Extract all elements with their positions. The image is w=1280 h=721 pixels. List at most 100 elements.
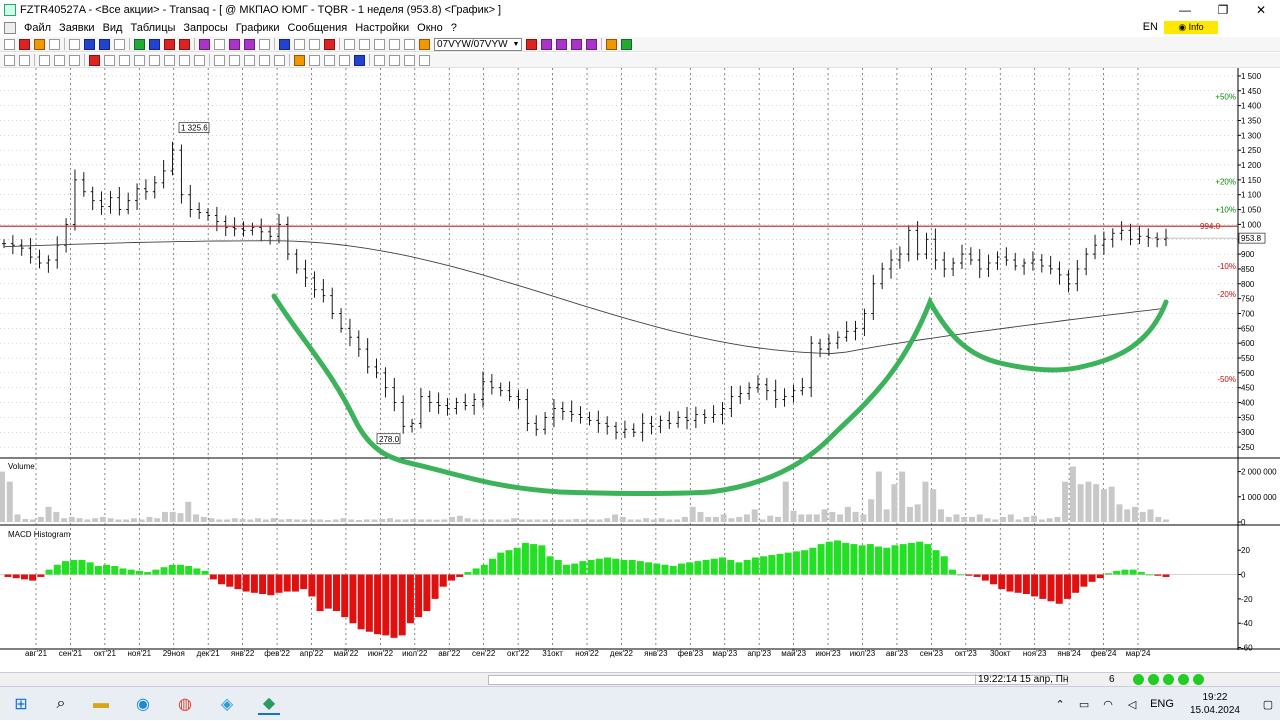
maximize-button[interactable]: ❐ bbox=[1204, 0, 1242, 20]
sigma-alt-icon[interactable] bbox=[244, 38, 255, 50]
macd-bar bbox=[242, 574, 250, 592]
save-icon[interactable] bbox=[49, 38, 60, 50]
rectangle-icon[interactable] bbox=[194, 54, 205, 66]
arrow-right-icon[interactable] bbox=[99, 38, 110, 50]
period-select[interactable]: 07VYW/07VYW ▼ bbox=[434, 37, 522, 51]
magnet-icon[interactable] bbox=[526, 38, 537, 50]
menu-orders[interactable]: Заявки bbox=[55, 22, 99, 34]
eraser-icon[interactable] bbox=[54, 54, 65, 66]
calendar-icon[interactable] bbox=[279, 38, 290, 50]
macd-bar bbox=[37, 574, 45, 577]
grid-icon[interactable] bbox=[69, 38, 80, 50]
binoculars-icon[interactable] bbox=[344, 38, 355, 50]
delete-drawing-icon[interactable] bbox=[89, 54, 100, 66]
language-indicator[interactable]: EN bbox=[1143, 21, 1158, 33]
fan-icon[interactable] bbox=[164, 54, 175, 66]
alert-icon[interactable] bbox=[324, 38, 335, 50]
menu-view[interactable]: Вид bbox=[99, 22, 127, 34]
menu-window[interactable]: Окно bbox=[413, 22, 447, 34]
telegram-icon[interactable]: ◈ bbox=[216, 693, 238, 715]
document-icon[interactable] bbox=[4, 22, 16, 34]
line-chart-icon[interactable] bbox=[404, 38, 415, 50]
open-icon[interactable] bbox=[34, 38, 45, 50]
chart-type-icon[interactable] bbox=[359, 38, 370, 50]
cursor-arrow-icon[interactable] bbox=[4, 54, 15, 66]
link-icon[interactable] bbox=[69, 54, 80, 66]
export-icon[interactable] bbox=[621, 38, 632, 50]
indicator-icon[interactable] bbox=[606, 38, 617, 50]
bars-icon[interactable] bbox=[374, 38, 385, 50]
sum-icon[interactable] bbox=[199, 38, 210, 50]
fib-time-icon[interactable] bbox=[259, 54, 270, 66]
stop-icon[interactable] bbox=[164, 38, 175, 50]
grid-toggle-icon[interactable] bbox=[404, 54, 415, 66]
menu-requests[interactable]: Запросы bbox=[179, 22, 231, 34]
print-icon[interactable] bbox=[4, 38, 15, 50]
transaq-taskbar-icon[interactable]: ◆ bbox=[258, 693, 280, 715]
menu-settings[interactable]: Настройки bbox=[351, 22, 413, 34]
function-icon[interactable] bbox=[214, 38, 225, 50]
edge-browser-icon[interactable]: ◉ bbox=[132, 693, 154, 715]
channel-icon[interactable] bbox=[149, 54, 160, 66]
levels-icon[interactable] bbox=[274, 54, 285, 66]
trend-line-icon[interactable] bbox=[119, 54, 130, 66]
ruler-icon[interactable] bbox=[389, 54, 400, 66]
close-button[interactable]: ✕ bbox=[1242, 0, 1280, 20]
menu-bar: Файл Заявки Вид Таблицы Запросы Графики … bbox=[0, 20, 1280, 36]
crosshair-cursor-icon[interactable] bbox=[19, 54, 30, 66]
horizontal-line-icon[interactable] bbox=[104, 54, 115, 66]
pen-icon[interactable] bbox=[39, 54, 50, 66]
arrow-left-icon[interactable] bbox=[84, 38, 95, 50]
chart-canvas[interactable]: авг'21 сен'21 окт'21 ноя'21 29ноя дек'21 янв'2… bbox=[0, 68, 1280, 672]
macd-bar bbox=[398, 574, 406, 636]
refresh-icon[interactable] bbox=[114, 38, 125, 50]
menu-tables[interactable]: Таблицы bbox=[126, 22, 179, 34]
fib-arc-icon[interactable] bbox=[244, 54, 255, 66]
input-language[interactable]: ENG bbox=[1150, 698, 1174, 710]
compare-icon[interactable] bbox=[294, 38, 305, 50]
close-chart-icon[interactable] bbox=[19, 38, 30, 50]
text-tool-icon[interactable] bbox=[294, 54, 305, 66]
fibonacci-icon[interactable] bbox=[214, 54, 225, 66]
notification-icon[interactable]: ▢ bbox=[1260, 696, 1276, 712]
menu-file[interactable]: Файл bbox=[20, 22, 55, 34]
zoom-fit-icon[interactable] bbox=[571, 38, 582, 50]
layers-icon[interactable] bbox=[149, 38, 160, 50]
flag-icon[interactable] bbox=[354, 54, 365, 66]
sigma-icon[interactable] bbox=[229, 38, 240, 50]
copy-icon[interactable] bbox=[134, 38, 145, 50]
menu-help[interactable]: ? bbox=[447, 22, 461, 34]
network-icon[interactable]: ◠ bbox=[1100, 696, 1116, 712]
table-icon[interactable] bbox=[309, 38, 320, 50]
record-icon[interactable] bbox=[179, 38, 190, 50]
chart-area[interactable]: авг'21 сен'21 окт'21 ноя'21 29ноя дек'21 янв'2… bbox=[0, 68, 1280, 672]
ellipse-icon[interactable] bbox=[179, 54, 190, 66]
info-button[interactable]: ◉ Info bbox=[1164, 21, 1218, 34]
menu-charts[interactable]: Графики bbox=[232, 22, 284, 34]
zoom-out-icon[interactable] bbox=[556, 38, 567, 50]
zoom-in-icon[interactable] bbox=[541, 38, 552, 50]
chrome-browser-icon[interactable]: ◍ bbox=[174, 693, 196, 715]
measure-icon[interactable] bbox=[374, 54, 385, 66]
search-icon[interactable]: ⌕ bbox=[50, 693, 72, 715]
battery-icon[interactable]: ▭ bbox=[1076, 696, 1092, 712]
formula-icon[interactable] bbox=[259, 38, 270, 50]
scale-icon[interactable] bbox=[419, 54, 430, 66]
minimize-button[interactable]: — bbox=[1166, 0, 1204, 20]
system-clock[interactable]: 19:22 15.04.2024 bbox=[1190, 691, 1240, 717]
windows-start-icon[interactable]: ⊞ bbox=[10, 693, 32, 715]
macd-bar bbox=[1006, 574, 1014, 592]
chevron-up-icon[interactable]: ⌃ bbox=[1052, 696, 1068, 712]
volume-icon[interactable]: ◁ bbox=[1124, 696, 1140, 712]
fib-fan-icon[interactable] bbox=[229, 54, 240, 66]
template-icon[interactable] bbox=[419, 38, 430, 50]
price-label-icon[interactable] bbox=[309, 54, 320, 66]
chevron-down-icon[interactable]: ▼ bbox=[511, 41, 521, 48]
arrow-down-icon[interactable] bbox=[339, 54, 350, 66]
menu-messages[interactable]: Сообщения bbox=[284, 22, 352, 34]
candles-icon[interactable] bbox=[389, 38, 400, 50]
file-explorer-icon[interactable]: ▬ bbox=[90, 693, 112, 715]
ray-icon[interactable] bbox=[134, 54, 145, 66]
arrow-up-icon[interactable] bbox=[324, 54, 335, 66]
crosshair-icon[interactable] bbox=[586, 38, 597, 50]
